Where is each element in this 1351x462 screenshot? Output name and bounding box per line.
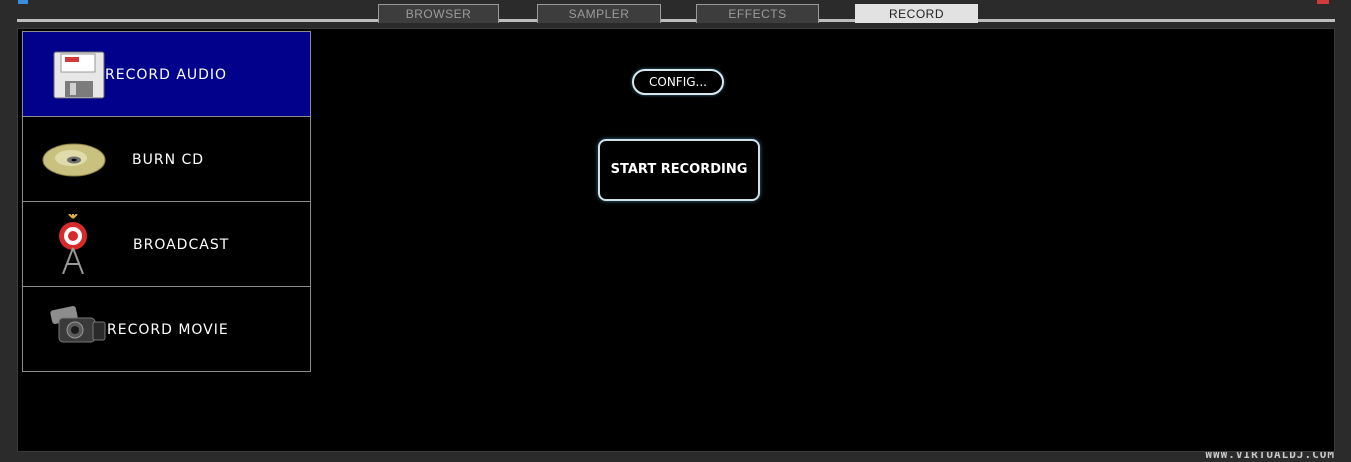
sidebar-item-label: BROADCAST xyxy=(133,237,230,253)
top-divider xyxy=(17,19,1335,22)
sidebar-item-label: RECORD MOVIE xyxy=(107,322,229,338)
record-panel: RECORD AUDIO BURN CD BROADCAST RECORD MO… xyxy=(17,28,1335,452)
floppy-disk-icon xyxy=(53,51,105,103)
sidebar-item-record-audio[interactable]: RECORD AUDIO xyxy=(22,31,311,117)
tab-sampler[interactable]: SAMPLER xyxy=(537,4,661,23)
video-camera-icon xyxy=(49,306,107,356)
top-bar: BROWSER SAMPLER EFFECTS RECORD xyxy=(0,0,1351,24)
sidebar-item-burn-cd[interactable]: BURN CD xyxy=(22,116,311,202)
config-button[interactable]: CONFIG... xyxy=(632,69,724,95)
sidebar-item-label: RECORD AUDIO xyxy=(105,67,228,83)
sidebar-item-label: BURN CD xyxy=(132,152,205,168)
window-minimize-icon[interactable] xyxy=(18,0,28,4)
tab-browser[interactable]: BROWSER xyxy=(378,4,499,23)
sidebar-item-record-movie[interactable]: RECORD MOVIE xyxy=(22,286,311,372)
window-close-icon[interactable] xyxy=(1317,0,1329,4)
broadcast-tower-icon xyxy=(53,213,93,278)
sidebar-item-broadcast[interactable]: BROADCAST xyxy=(22,201,311,287)
tab-record[interactable]: RECORD xyxy=(855,4,978,23)
record-sidebar: RECORD AUDIO BURN CD BROADCAST RECORD MO… xyxy=(22,31,311,372)
tab-effects[interactable]: EFFECTS xyxy=(696,4,819,23)
start-recording-button[interactable]: START RECORDING xyxy=(598,139,760,201)
footer-url: WWW.VIRTUALDJ.COM xyxy=(1205,452,1335,461)
cd-disc-icon xyxy=(41,142,107,182)
